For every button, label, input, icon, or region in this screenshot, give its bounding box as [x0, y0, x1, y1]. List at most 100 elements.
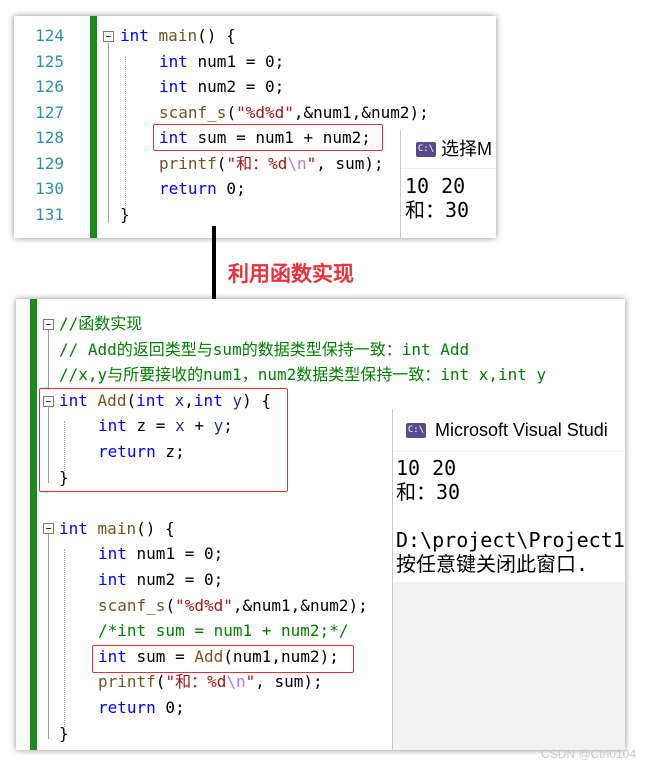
code-token: printf	[159, 153, 217, 173]
code-token: (	[165, 595, 176, 615]
code-line[interactable]: printf("和：%d\n", sum);	[98, 670, 323, 694]
code-token: //x,y与所要接收的num1，num2数据类型保持一致：int x,int y	[59, 365, 547, 385]
line-number: 124	[35, 26, 64, 45]
code-line[interactable]: scanf_s("%d%d",&num1,&num2);	[159, 101, 429, 125]
code-token: num2 = 0;	[126, 570, 224, 589]
fold-guide-line	[48, 330, 49, 390]
code-token: int	[159, 51, 188, 71]
console-output-line: 10 20	[405, 174, 466, 198]
console-title-text: Microsoft Visual Studi	[435, 420, 608, 440]
console-title-text: 选择M	[441, 139, 492, 159]
highlight-sum-call	[92, 645, 354, 673]
code-line[interactable]: //函数实现	[59, 312, 142, 336]
code-token: "%d%d"	[236, 102, 294, 122]
code-line[interactable]: /*int sum = num1 + num2;*/	[98, 619, 348, 643]
code-token: (	[226, 102, 237, 122]
console-output-line: 和：30	[396, 480, 461, 504]
console-output-line: 按任意键关闭此窗口.	[396, 552, 589, 576]
line-number: 126	[35, 77, 64, 96]
code-token: num2 = 0;	[187, 77, 285, 96]
code-token: return	[159, 179, 217, 198]
code-token: main	[158, 26, 198, 45]
line-number: 125	[35, 51, 64, 71]
code-line[interactable]: // Add的返回类型与sum的数据类型保持一致：int Add	[59, 338, 469, 362]
console-output-line: D:\project\Project1	[396, 528, 625, 552]
code-line[interactable]: int num1 = 0;	[98, 542, 223, 566]
code-token: \n	[226, 672, 246, 692]
code-line[interactable]: int main() {	[120, 24, 236, 48]
console-body: 10 20 和：30 D:\project\Project1 按任意键关闭此窗口…	[393, 452, 625, 582]
fold-guide-line	[48, 534, 49, 739]
code-line[interactable]: //x,y与所要接收的num1，num2数据类型保持一致：int x,int y	[59, 363, 546, 387]
code-line[interactable]: return 0;	[159, 177, 246, 201]
bottom-code-screenshot: //函数实现 // Add的返回类型与sum的数据类型保持一致：int Add //…	[16, 299, 625, 750]
code-token: (	[216, 153, 227, 173]
line-number: 128	[35, 128, 64, 147]
code-token: , sum);	[316, 153, 384, 173]
code-token: scanf_s	[98, 595, 166, 615]
collapse-main-toggle[interactable]	[103, 31, 114, 42]
code-line[interactable]: int main() {	[59, 517, 175, 541]
console-app-icon: C:\	[416, 142, 436, 157]
collapse-comment-toggle[interactable]	[43, 319, 54, 330]
code-token: ,&num1,&num2);	[232, 595, 368, 615]
code-token: 0;	[155, 698, 185, 717]
code-token: num1 = 0;	[126, 544, 224, 564]
code-token: "	[306, 153, 317, 173]
console-window-bottom[interactable]: C:\ Microsoft Visual Studi 10 20 和：30 D:…	[392, 409, 625, 750]
code-token: () {	[197, 26, 236, 45]
code-line[interactable]: scanf_s("%d%d",&num1,&num2);	[98, 594, 368, 618]
code-token: main	[97, 518, 137, 538]
line-number: 127	[35, 102, 64, 122]
fold-guide-line	[108, 43, 109, 223]
code-line[interactable]: int num2 = 0;	[98, 568, 223, 592]
code-token: "%d%d"	[175, 595, 233, 615]
code-token: int	[98, 570, 127, 589]
console-output-line: 10 20	[396, 456, 457, 480]
line-number: 129	[35, 153, 64, 173]
code-token: //函数实现	[59, 314, 143, 333]
console-output-line: 和：30	[405, 198, 470, 222]
console-app-icon: C:\	[406, 423, 426, 438]
console-title-bar[interactable]: C:\ Microsoft Visual Studi	[393, 409, 625, 452]
code-token: num1 = 0;	[187, 51, 285, 71]
indent-guide	[64, 549, 65, 729]
code-line[interactable]: return 0;	[98, 696, 185, 720]
collapse-main-toggle[interactable]	[43, 523, 54, 534]
highlight-sum-line	[153, 124, 383, 151]
top-code-screenshot: 124 int main() { 125 int num1 = 0; 126 int nu…	[14, 16, 496, 238]
console-window-top[interactable]: C:\ 选择M 10 20 和：30	[400, 130, 496, 238]
arrow-caption: 利用函数实现	[228, 262, 354, 286]
code-token: "和：%d	[226, 153, 288, 173]
code-token: "	[245, 672, 256, 692]
indent-guide	[125, 56, 126, 216]
line-number: 130	[35, 179, 64, 198]
code-token: int	[120, 26, 149, 45]
code-token: int	[98, 544, 127, 564]
code-line[interactable]: int num2 = 0;	[159, 75, 284, 99]
line-number: 131	[35, 204, 64, 224]
code-token: () {	[136, 518, 175, 538]
code-token: (	[155, 672, 166, 692]
change-margin-bar	[30, 299, 37, 750]
code-token: ,&num1,&num2);	[293, 102, 429, 122]
watermark: CSDN @Ctrl0104	[541, 747, 636, 761]
code-token: printf	[98, 672, 156, 692]
highlight-add-function	[39, 388, 288, 492]
console-title-bar[interactable]: C:\ 选择M	[401, 130, 496, 169]
code-token: return	[98, 698, 156, 717]
code-token: int	[59, 518, 88, 538]
code-token: 0;	[216, 179, 246, 198]
code-token: , sum);	[255, 672, 323, 692]
code-token: /*int sum = num1 + num2;*/	[98, 621, 349, 641]
code-line[interactable]: int num1 = 0;	[159, 50, 284, 74]
code-token: "和：%d	[165, 672, 227, 692]
code-token: int	[159, 77, 188, 96]
code-token: // Add的返回类型与sum的数据类型保持一致：int Add	[59, 339, 470, 359]
code-token: scanf_s	[159, 102, 227, 122]
code-token: \n	[287, 153, 307, 173]
change-margin-bar	[90, 16, 97, 238]
code-line[interactable]: printf("和：%d\n", sum);	[159, 152, 384, 176]
